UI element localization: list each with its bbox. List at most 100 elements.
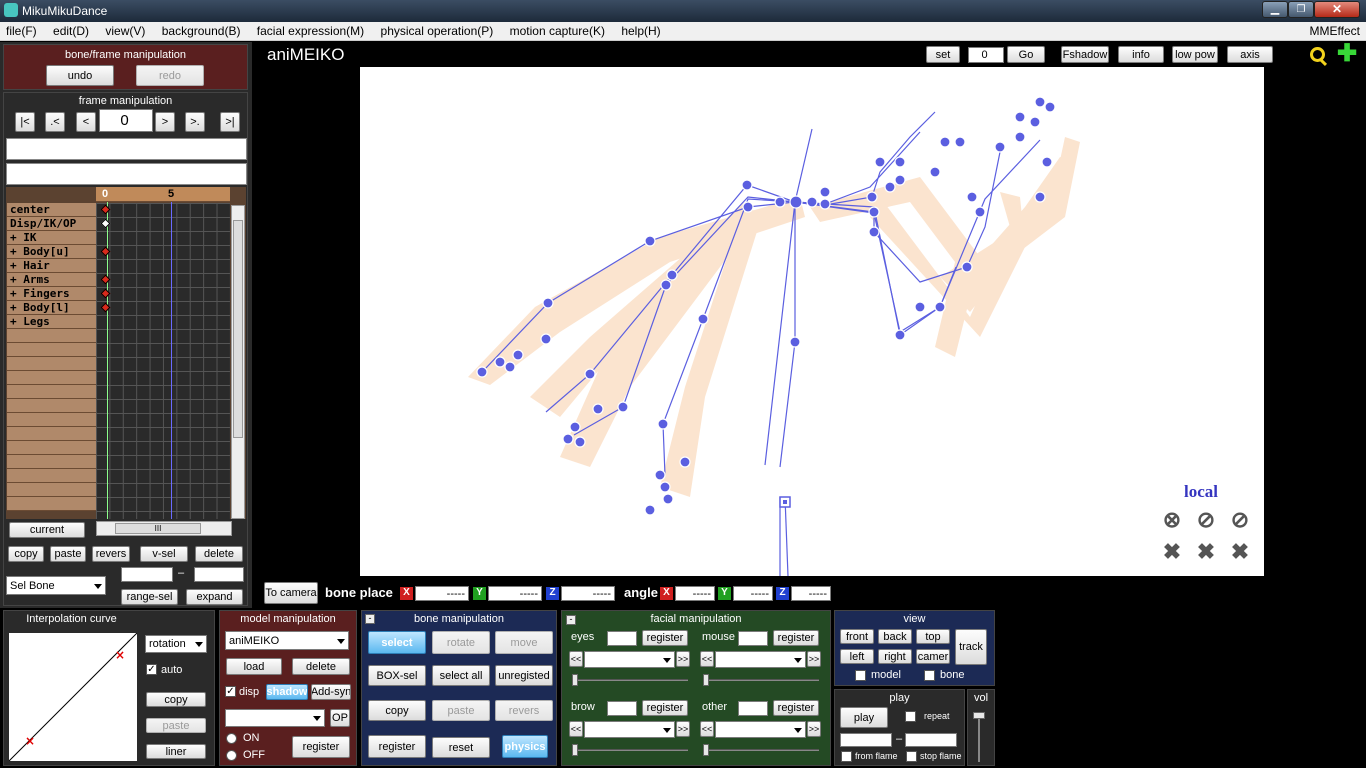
frame-delete-button[interactable]: delete	[195, 546, 243, 562]
range-sel-button[interactable]: range-sel	[121, 589, 178, 605]
minimize-button[interactable]: ▁	[1262, 1, 1288, 18]
hscroll-thumb[interactable]: III	[115, 523, 201, 534]
menu-help[interactable]: help(H)	[621, 24, 660, 38]
off-radio[interactable]	[226, 750, 237, 761]
angle-y-input[interactable]: -----	[733, 586, 773, 601]
menu-file[interactable]: file(F)	[6, 24, 37, 38]
eyes-value-input[interactable]	[607, 631, 637, 646]
rotate-button[interactable]: rotate	[432, 631, 490, 654]
add-syn-button[interactable]: Add-syn	[311, 684, 351, 700]
vol-slider-thumb[interactable]	[973, 712, 985, 719]
interp-copy-button[interactable]: copy	[146, 692, 206, 707]
range-end-input[interactable]	[194, 567, 244, 582]
to-camera-button[interactable]: To camera	[264, 582, 318, 604]
next-frame-button[interactable]: >	[155, 112, 175, 132]
view-model-checkbox[interactable]	[855, 670, 866, 681]
local-label[interactable]: local	[1184, 482, 1218, 502]
stop-flame-checkbox[interactable]	[906, 751, 917, 762]
other-register-button[interactable]: register	[773, 700, 819, 716]
axis-button[interactable]: axis	[1227, 46, 1273, 63]
eyes-slider[interactable]	[572, 674, 688, 686]
other-slider-thumb[interactable]	[703, 744, 709, 756]
mouse-morph-dropdown[interactable]	[715, 651, 806, 668]
timeline-row-body-l[interactable]: + Body[l]	[7, 301, 96, 315]
move-x-icon[interactable]: ✖	[1158, 541, 1186, 564]
current-button[interactable]: current	[9, 522, 85, 538]
bone-reset-button[interactable]: reset	[432, 737, 490, 758]
brow-slider-thumb[interactable]	[572, 744, 578, 756]
brow-value-input[interactable]	[607, 701, 637, 716]
place-z-input[interactable]: -----	[561, 586, 615, 601]
play-from-input[interactable]	[840, 733, 892, 747]
menu-edit[interactable]: edit(D)	[53, 24, 89, 38]
place-x-input[interactable]: -----	[415, 586, 469, 601]
view-bone-checkbox[interactable]	[924, 670, 935, 681]
other-morph-dropdown[interactable]	[715, 721, 806, 738]
timeline-row-body-u[interactable]: + Body[u]	[7, 245, 96, 259]
close-button[interactable]: ✕	[1314, 1, 1360, 18]
eyes-morph-dropdown[interactable]	[584, 651, 675, 668]
place-y-input[interactable]: -----	[488, 586, 542, 601]
view-camer-button[interactable]: camer	[916, 649, 950, 664]
play-button[interactable]: play	[840, 707, 888, 728]
brow-prev-button[interactable]: <<	[569, 721, 583, 737]
last-frame-button[interactable]: >|	[220, 112, 240, 132]
shadow-button[interactable]: shadow	[266, 684, 308, 700]
view-left-button[interactable]: left	[840, 649, 874, 664]
timeline-grid[interactable]	[96, 203, 230, 519]
mouse-register-button[interactable]: register	[773, 630, 819, 646]
view-right-button[interactable]: right	[878, 649, 912, 664]
interp-mode-dropdown[interactable]: rotation	[145, 635, 207, 653]
move-z-icon[interactable]: ✖	[1226, 541, 1254, 564]
viewport-set-button[interactable]: set	[926, 46, 960, 63]
timeline-row-legs[interactable]: + Legs	[7, 315, 96, 329]
mouse-slider-thumb[interactable]	[703, 674, 709, 686]
op-dropdown[interactable]	[225, 709, 325, 727]
add-icon[interactable]: ✚	[1336, 42, 1358, 66]
timeline-row-fingers[interactable]: + Fingers	[7, 287, 96, 301]
angle-z-input[interactable]: -----	[791, 586, 831, 601]
bone-copy-button[interactable]: copy	[368, 700, 426, 721]
vscroll-thumb[interactable]	[233, 220, 243, 438]
eyes-prev-button[interactable]: <<	[569, 651, 583, 667]
mouse-next-button[interactable]: >>	[807, 651, 821, 667]
expand-button[interactable]: expand	[186, 589, 243, 605]
unregisted-button[interactable]: unregisted	[495, 665, 553, 686]
timeline-row-disp-ik-op[interactable]: Disp/IK/OP	[7, 217, 96, 231]
bone-revers-button[interactable]: revers	[495, 700, 553, 721]
physics-button[interactable]: physics	[502, 735, 548, 758]
range-start-input[interactable]	[121, 567, 173, 582]
rotate-z-icon[interactable]: ⊘	[1226, 509, 1254, 532]
3d-canvas[interactable]: local ⊗ ⊘ ⊘ ✖ ✖ ✖	[360, 67, 1264, 576]
brow-morph-dropdown[interactable]	[584, 721, 675, 738]
viewport-go-button[interactable]: Go	[1007, 46, 1045, 63]
model-load-button[interactable]: load	[226, 658, 282, 675]
other-value-input[interactable]	[738, 701, 768, 716]
sel-bone-dropdown[interactable]: Sel Bone	[6, 576, 106, 595]
vsel-button[interactable]: v-sel	[140, 546, 188, 562]
frame-number-input[interactable]: 0	[99, 109, 153, 132]
model-register-button[interactable]: register	[292, 736, 350, 758]
timeline-row-ik[interactable]: + IK	[7, 231, 96, 245]
disp-checkbox[interactable]: ✓	[225, 686, 236, 697]
brow-register-button[interactable]: register	[642, 700, 688, 716]
brow-next-button[interactable]: >>	[676, 721, 690, 737]
vol-slider-track[interactable]	[978, 712, 980, 762]
mouse-prev-button[interactable]: <<	[700, 651, 714, 667]
timeline-row-arms[interactable]: + Arms	[7, 273, 96, 287]
menu-facial-expression[interactable]: facial expression(M)	[257, 24, 364, 38]
move-y-icon[interactable]: ✖	[1192, 541, 1220, 564]
menu-background[interactable]: background(B)	[162, 24, 241, 38]
play-to-input[interactable]	[905, 733, 957, 747]
brow-slider[interactable]	[572, 744, 688, 756]
menu-motion-capture[interactable]: motion capture(K)	[510, 24, 605, 38]
auto-checkbox[interactable]: ✓	[146, 664, 157, 675]
maximize-button[interactable]: ❐	[1288, 1, 1314, 18]
undo-button[interactable]: undo	[46, 65, 114, 86]
bone-paste-button[interactable]: paste	[432, 700, 490, 721]
from-flame-checkbox[interactable]	[841, 751, 852, 762]
model-delete-button[interactable]: delete	[292, 658, 350, 675]
select-button[interactable]: select	[368, 631, 426, 654]
low-pow-button[interactable]: low pow	[1172, 46, 1218, 63]
prev-frame-button[interactable]: <	[76, 112, 96, 132]
